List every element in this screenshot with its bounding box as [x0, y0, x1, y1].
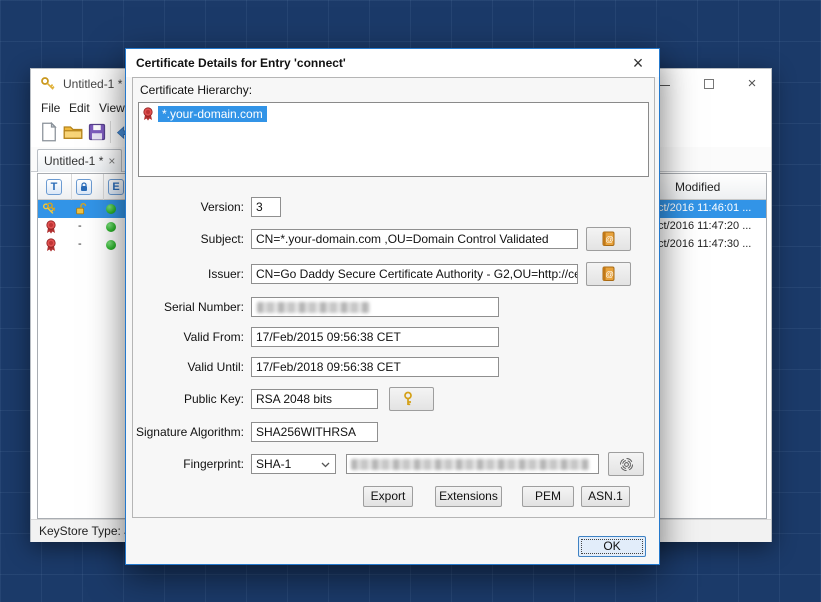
pem-button[interactable]: PEM: [522, 486, 574, 507]
public-key-field[interactable]: RSA 2048 bits: [251, 389, 378, 409]
desktop: Untitled-1 * × File Edit View: [0, 0, 821, 602]
serial-number-label: Serial Number:: [164, 297, 244, 317]
certificate-hierarchy-label: Certificate Hierarchy:: [140, 83, 252, 97]
fingerprint-redacted-blur: [351, 459, 589, 470]
menu-view[interactable]: View: [95, 100, 129, 116]
signature-algorithm-field[interactable]: SHA256WITHRSA: [251, 422, 378, 442]
fingerprint-field[interactable]: [346, 454, 599, 474]
valid-until-field[interactable]: 17/Feb/2018 09:56:38 CET: [251, 357, 499, 377]
valid-from-field[interactable]: 17/Feb/2015 09:56:38 CET: [251, 327, 499, 347]
row-lock-dash: -: [78, 220, 82, 232]
serial-number-field[interactable]: [251, 297, 499, 317]
minimize-icon: [659, 85, 670, 86]
certificate-hierarchy-list[interactable]: *.your-domain.com: [138, 102, 649, 177]
unlocked-padlock-icon: [74, 202, 88, 216]
version-field[interactable]: 3: [251, 197, 281, 217]
maximize-button[interactable]: [696, 73, 722, 95]
column-expiry-header[interactable]: E: [108, 179, 124, 195]
dialog-close-icon[interactable]: ×: [625, 51, 651, 75]
hierarchy-list-item[interactable]: *.your-domain.com: [141, 105, 267, 123]
maximize-icon: [704, 79, 714, 89]
toolbar-separator: [110, 121, 111, 143]
open-folder-icon[interactable]: [63, 122, 83, 142]
extensions-button[interactable]: Extensions: [435, 486, 502, 507]
header-separator: [103, 174, 104, 200]
trusted-certificate-icon: [44, 238, 58, 252]
close-button[interactable]: ×: [739, 73, 765, 95]
lock-icon: [79, 182, 89, 193]
certificate-details-dialog: Certificate Details for Entry 'connect' …: [125, 48, 660, 565]
signature-algorithm-label: Signature Algorithm:: [136, 422, 244, 442]
version-label: Version:: [201, 197, 244, 217]
subject-address-book-button[interactable]: @: [586, 227, 631, 251]
issuer-address-book-button[interactable]: @: [586, 262, 631, 286]
svg-text:@: @: [605, 269, 614, 279]
key-icon: [403, 391, 420, 407]
column-modified-header[interactable]: Modified: [675, 180, 720, 194]
row-modified-value: ct/2016 11:46:01 ...: [658, 202, 751, 214]
tab-label: Untitled-1 *: [44, 154, 103, 168]
address-book-icon: @: [601, 266, 616, 282]
window-title: Untitled-1 *: [63, 77, 122, 91]
serial-number-redacted-blur: [257, 302, 370, 313]
certificate-icon: [141, 107, 155, 121]
status-green-icon: [106, 222, 116, 232]
tab-untitled-1[interactable]: Untitled-1 * ×: [37, 149, 122, 172]
row-modified-value: ct/2016 11:47:30 ...: [658, 238, 751, 250]
asn1-button[interactable]: ASN.1: [581, 486, 630, 507]
valid-from-label: Valid From:: [184, 327, 244, 347]
fingerprint-algorithm-value: SHA-1: [256, 457, 291, 471]
hierarchy-item-label: *.your-domain.com: [158, 106, 267, 122]
valid-until-label: Valid Until:: [188, 357, 244, 377]
trusted-certificate-icon: [44, 220, 58, 234]
fingerprint-button[interactable]: [608, 452, 644, 476]
save-icon[interactable]: [87, 122, 107, 142]
fingerprint-icon: [619, 457, 634, 472]
menu-edit[interactable]: Edit: [65, 100, 94, 116]
fingerprint-algorithm-select[interactable]: SHA-1: [251, 454, 336, 474]
subject-label: Subject:: [201, 229, 244, 249]
subject-field[interactable]: CN=*.your-domain.com ,OU=Domain Control …: [251, 229, 578, 249]
dialog-title: Certificate Details for Entry 'connect': [136, 56, 346, 70]
svg-text:@: @: [605, 234, 614, 244]
menu-file[interactable]: File: [37, 100, 64, 116]
ok-button[interactable]: OK: [578, 536, 646, 557]
header-separator: [71, 174, 72, 200]
dialog-titlebar[interactable]: Certificate Details for Entry 'connect' …: [126, 49, 659, 77]
column-lock-header[interactable]: [76, 179, 92, 195]
column-type-header[interactable]: T: [46, 179, 62, 195]
issuer-label: Issuer:: [208, 264, 244, 284]
app-keys-icon: [40, 76, 56, 92]
status-green-icon: [106, 204, 116, 214]
public-key-label: Public Key:: [184, 389, 244, 409]
row-lock-dash: -: [78, 238, 82, 250]
export-button[interactable]: Export: [363, 486, 413, 507]
public-key-button[interactable]: [389, 387, 434, 411]
close-icon: ×: [748, 75, 757, 92]
issuer-field[interactable]: CN=Go Daddy Secure Certificate Authority…: [251, 264, 578, 284]
row-modified-value: ct/2016 11:47:20 ...: [658, 220, 751, 232]
fingerprint-label: Fingerprint:: [183, 454, 244, 474]
new-document-icon[interactable]: [39, 122, 59, 142]
address-book-icon: @: [601, 231, 616, 247]
tab-close-icon[interactable]: ×: [108, 155, 115, 167]
chevron-down-icon: [321, 462, 330, 468]
status-green-icon: [106, 240, 116, 250]
key-pair-icon: [42, 202, 56, 216]
